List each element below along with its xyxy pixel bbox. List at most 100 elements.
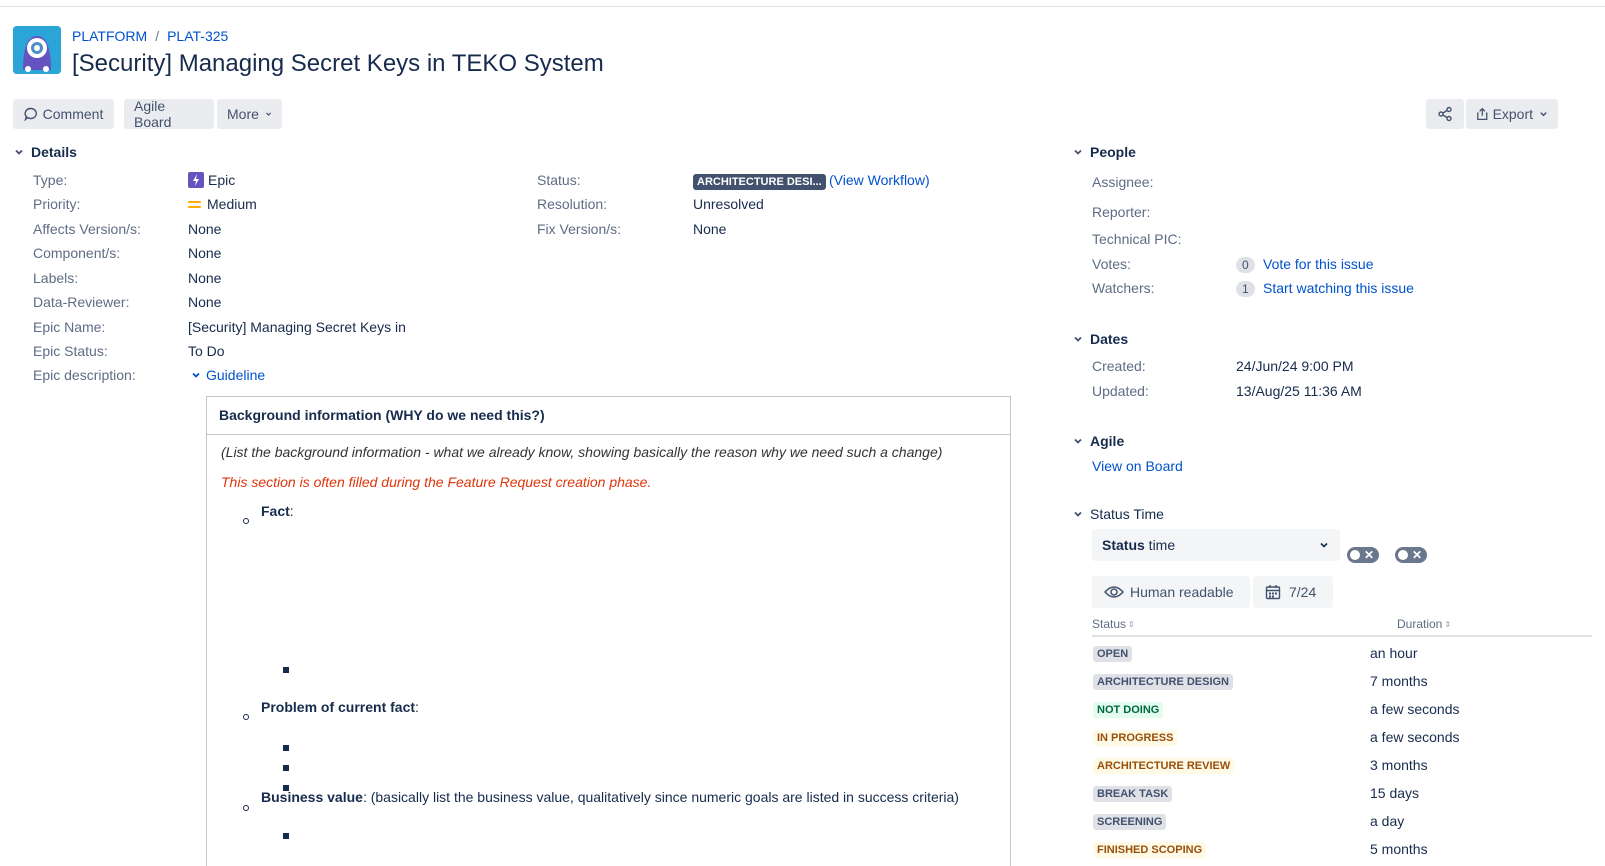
share-button[interactable] <box>1426 99 1464 129</box>
watch-link[interactable]: Start watching this issue <box>1263 280 1414 296</box>
export-button[interactable]: Export <box>1466 99 1558 129</box>
business-value-desc: : (basically list the business value, qu… <box>362 789 959 805</box>
chevron-down-icon <box>1072 508 1084 520</box>
column-header-duration[interactable]: Duration ⇕ <box>1397 617 1451 631</box>
sort-icon: ⇕ <box>1128 619 1135 629</box>
more-button[interactable]: More <box>217 99 282 129</box>
agile-heading: Agile <box>1090 433 1125 449</box>
guideline-toggle[interactable]: Guideline <box>190 367 265 383</box>
status-time-row-status: SCREENING <box>1093 814 1167 830</box>
status-time-row-duration: a day <box>1370 813 1405 829</box>
breadcrumb-separator: / <box>155 28 160 44</box>
human-readable-label: Human readable <box>1130 584 1234 600</box>
epic-status-label: Epic Status: <box>33 343 108 359</box>
chevron-down-icon <box>1072 435 1084 447</box>
type-value: Epic <box>188 172 235 188</box>
status-time-row-status: OPEN <box>1093 646 1133 662</box>
comment-button[interactable]: Comment <box>13 99 114 129</box>
status-time-row-duration: 15 days <box>1370 785 1420 801</box>
breadcrumb-project-link[interactable]: PLATFORM <box>72 28 147 44</box>
epic-description-label: Epic description: <box>33 367 136 383</box>
components-label: Component/s: <box>33 245 121 261</box>
chevron-down-icon <box>1540 112 1547 117</box>
problem-item: Problem of current fact: <box>261 699 419 715</box>
export-icon <box>1477 107 1488 121</box>
more-button-label: More <box>227 106 259 122</box>
project-avatar[interactable] <box>13 26 61 74</box>
bullet-square <box>283 745 289 751</box>
breadcrumb-issue-key-link[interactable]: PLAT-325 <box>167 28 228 44</box>
human-readable-button[interactable]: Human readable <box>1092 576 1250 608</box>
status-time-select[interactable]: Status time <box>1092 529 1340 561</box>
vote-link[interactable]: Vote for this issue <box>1263 256 1374 272</box>
status-time-select-rest: time <box>1144 537 1176 553</box>
votes-count-badge: 0 <box>1236 257 1255 273</box>
created-value: 24/Jun/24 9:00 PM <box>1236 358 1354 374</box>
column-header-status[interactable]: Status ⇕ <box>1092 617 1135 631</box>
people-section-toggle[interactable]: People <box>1072 144 1136 160</box>
agile-section-toggle[interactable]: Agile <box>1072 433 1124 449</box>
agile-board-button[interactable]: Agile Board <box>124 98 214 130</box>
toggle-switch[interactable]: ✕ <box>1395 547 1427 563</box>
chevron-down-icon <box>13 146 25 158</box>
epic-name-value: [Security] Managing Secret Keys in <box>188 319 406 335</box>
affects-version-value: None <box>188 221 222 237</box>
breadcrumb: PLATFORM / PLAT-325 <box>72 28 228 44</box>
guideline-link[interactable]: Guideline <box>206 367 265 383</box>
guideline-intro: (List the background information - what … <box>221 444 943 460</box>
chevron-down-icon <box>192 372 200 378</box>
agile-board-label: Agile Board <box>134 98 172 130</box>
chevron-down-icon <box>1072 146 1084 158</box>
chevron-down-icon <box>1072 333 1084 345</box>
sort-icon: ⇕ <box>1444 619 1452 629</box>
view-on-board-link[interactable]: View on Board <box>1092 458 1183 474</box>
bullet-circle <box>243 805 249 811</box>
status-time-row-status: IN PROGRESS <box>1093 730 1178 746</box>
watchers-count-badge: 1 <box>1236 281 1255 297</box>
type-label: Type: <box>33 172 68 188</box>
dates-section-toggle[interactable]: Dates <box>1072 331 1128 347</box>
status-time-row-duration: 5 months <box>1370 841 1428 857</box>
business-value-item: Business value: (basically list the busi… <box>261 789 959 805</box>
labels-label: Labels: <box>33 270 79 286</box>
fix-version-label: Fix Version/s: <box>537 221 622 237</box>
priority-value: Medium <box>188 196 257 212</box>
problem-colon: : <box>415 699 419 715</box>
created-label: Created: <box>1092 358 1146 374</box>
date-range-button[interactable]: 7/24 <box>1253 576 1333 608</box>
eye-icon <box>1104 586 1124 598</box>
fact-item: Fact: <box>261 503 294 519</box>
calendar-icon <box>1265 585 1281 600</box>
epic-name-label: Epic Name: <box>33 319 106 335</box>
view-workflow-link[interactable]: (View Workflow) <box>829 172 930 188</box>
labels-value: None <box>188 270 222 286</box>
column-header-status-label: Status <box>1092 617 1127 631</box>
comment-button-label: Comment <box>42 106 104 122</box>
fact-colon: : <box>289 503 294 519</box>
status-time-heading: Status Time <box>1090 506 1164 522</box>
issue-title[interactable]: [Security] Managing Secret Keys in TEKO … <box>72 50 604 78</box>
bullet-circle <box>243 518 249 524</box>
affects-version-label: Affects Version/s: <box>33 221 141 237</box>
details-section-toggle[interactable]: Details <box>13 144 77 160</box>
fix-version-value: None <box>693 221 727 237</box>
assignee-label: Assignee: <box>1092 174 1154 190</box>
date-range-value: 7/24 <box>1289 584 1317 600</box>
bullet-square <box>283 765 289 771</box>
status-time-select-value: Status time <box>1102 537 1318 553</box>
export-button-label: Export <box>1492 106 1534 122</box>
resolution-label: Resolution: <box>537 196 608 212</box>
close-icon: ✕ <box>1411 548 1422 562</box>
chevron-down-icon <box>265 112 271 116</box>
toggle-switch[interactable]: ✕ <box>1347 547 1379 563</box>
priority-value-text: Medium <box>207 196 257 212</box>
status-time-section-toggle[interactable]: Status Time <box>1072 506 1164 522</box>
status-lozenge[interactable]: ARCHITECTURE DESI... <box>693 174 826 190</box>
resolution-value: Unresolved <box>693 196 764 212</box>
business-value-label: Business value <box>261 789 363 805</box>
updated-label: Updated: <box>1092 383 1149 399</box>
chevron-down-icon <box>1320 542 1328 548</box>
epic-icon <box>188 172 204 188</box>
status-time-row-status: NOT DOING <box>1093 702 1164 718</box>
status-time-row-duration: a few seconds <box>1370 729 1460 745</box>
